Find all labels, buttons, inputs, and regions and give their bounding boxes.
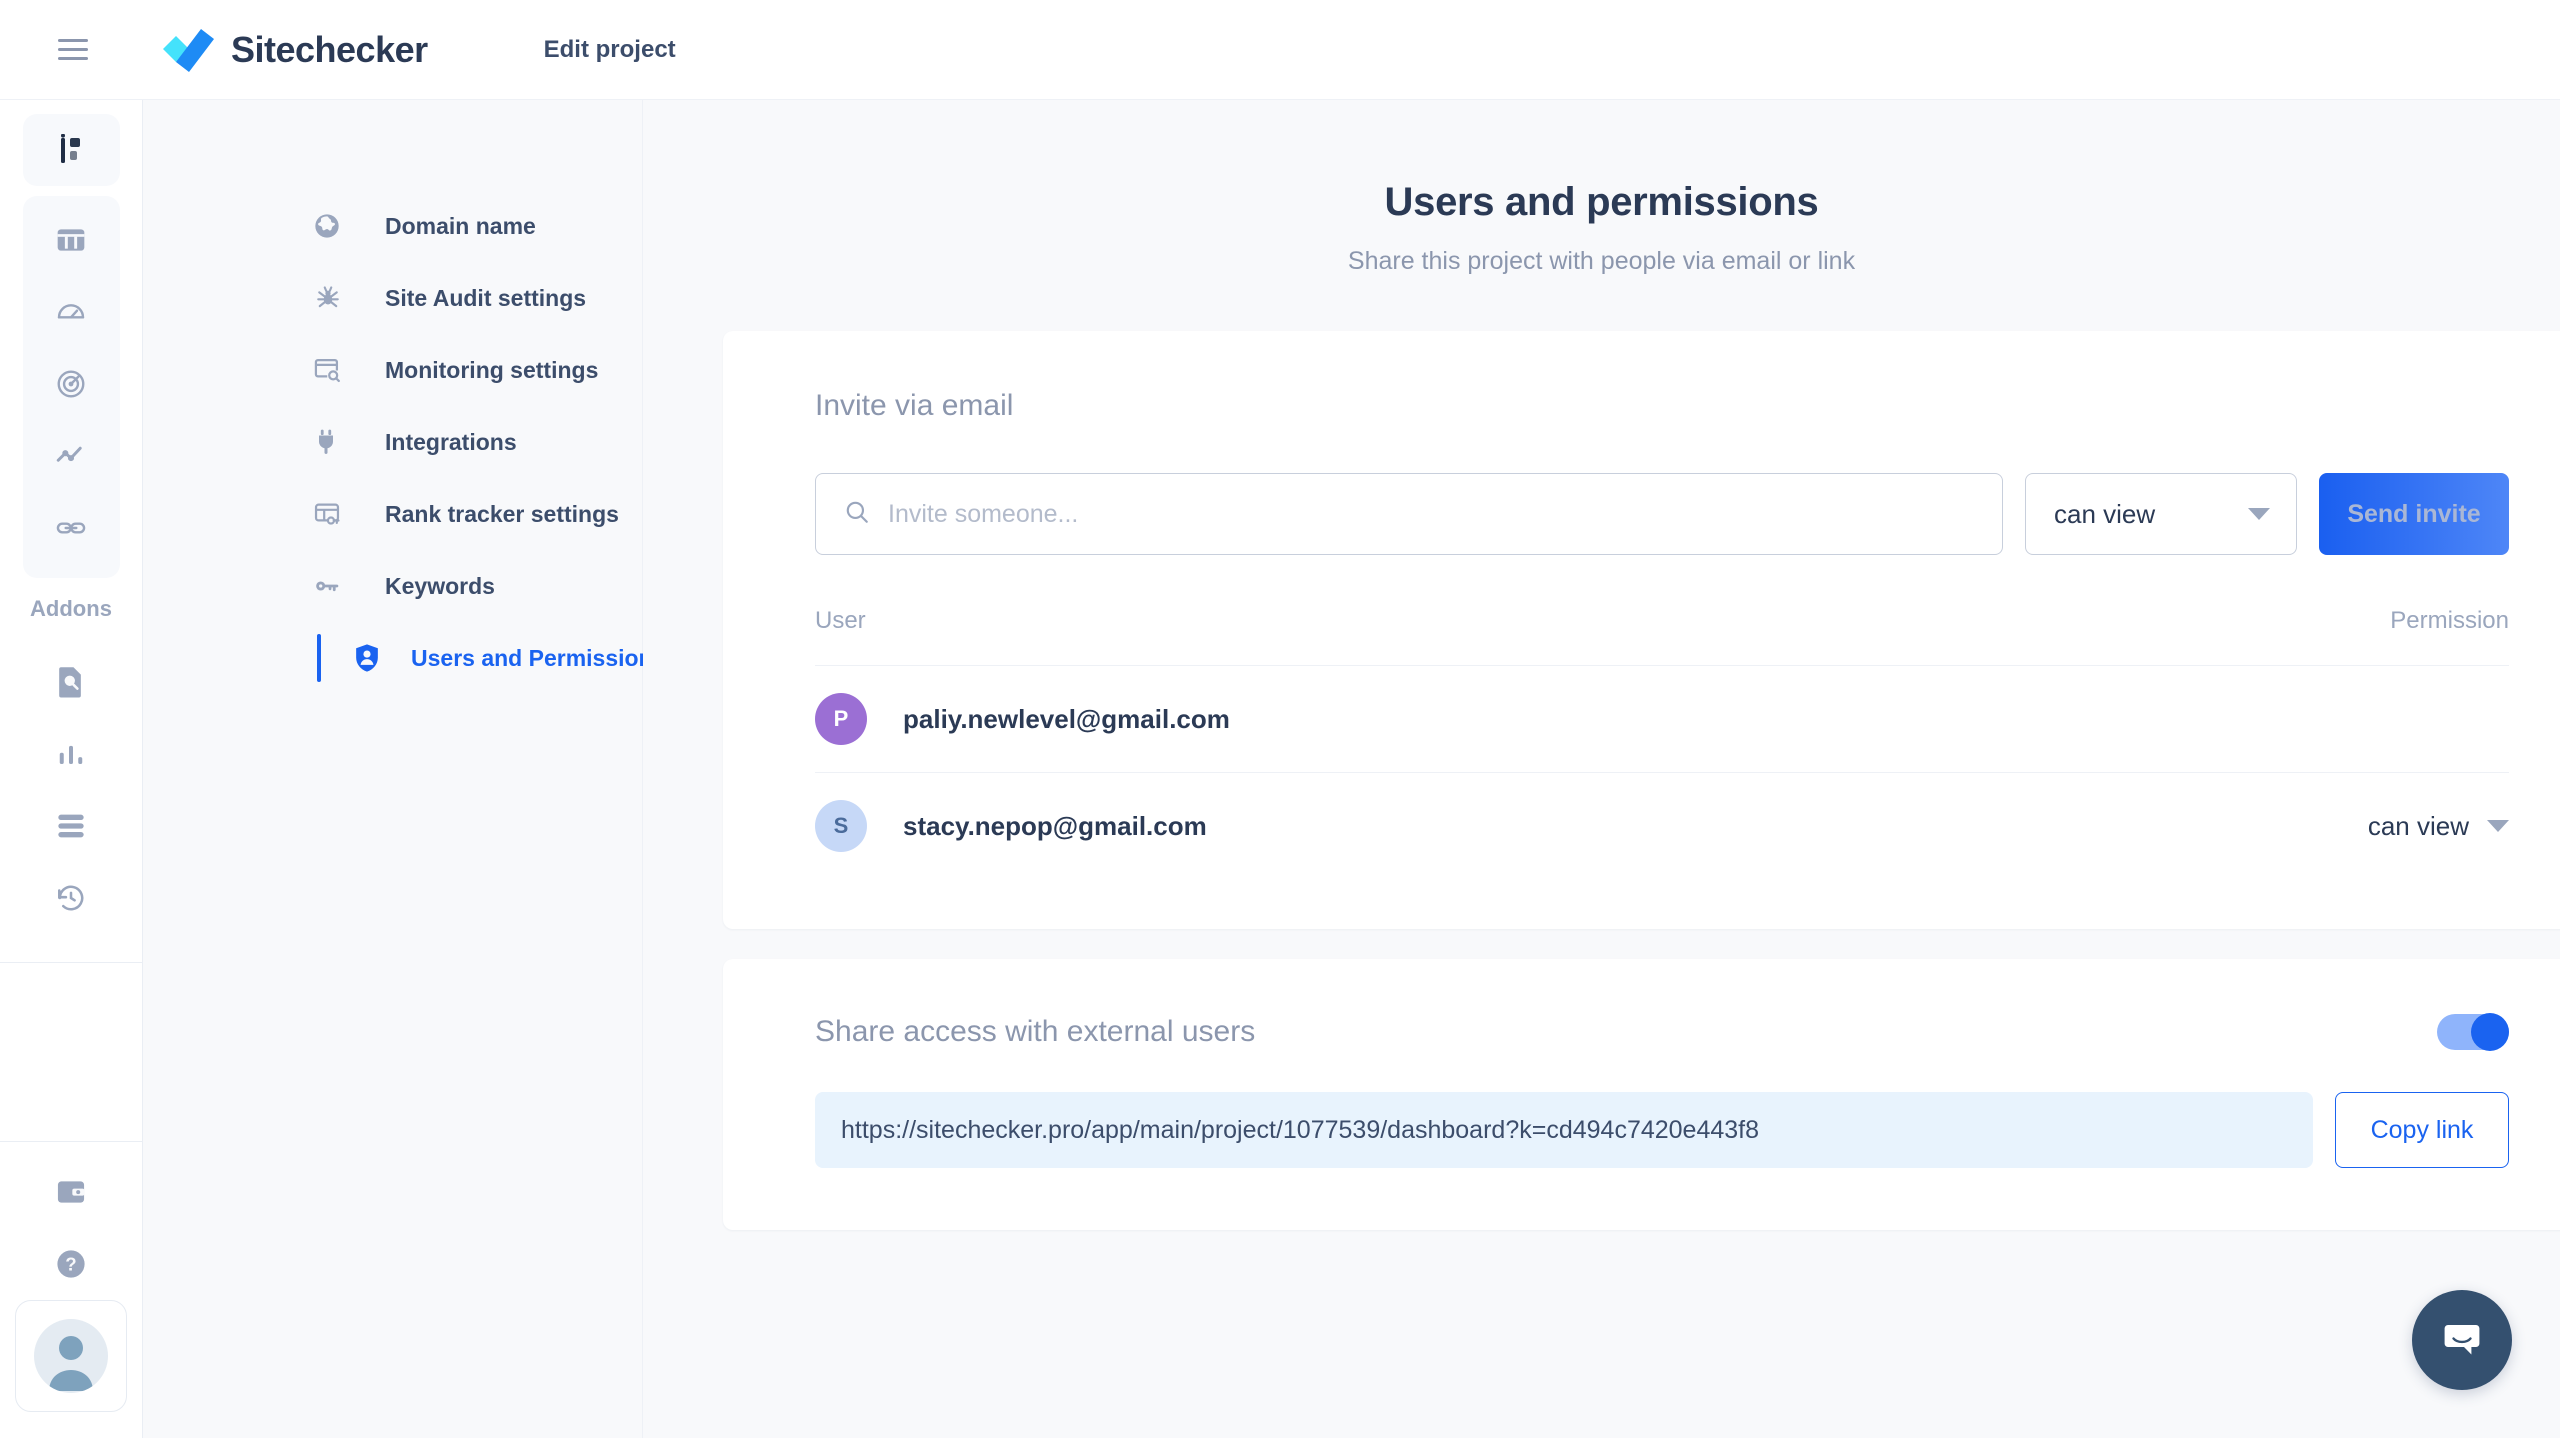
rank-board-icon	[313, 500, 355, 528]
rail-item-history[interactable]	[23, 862, 120, 934]
rail-item-backlinks[interactable]	[23, 492, 120, 564]
share-link-row: https://sitechecker.pro/app/main/project…	[815, 1092, 2509, 1168]
sidebar-item-keywords[interactable]: Keywords	[143, 550, 642, 622]
app-root: Sitechecker Edit project Addons ? Domain…	[0, 0, 2560, 1438]
brand-logo[interactable]: Sitechecker	[163, 27, 428, 73]
sidebar-item-label: Rank tracker settings	[385, 500, 619, 527]
hamburger-line	[58, 39, 88, 42]
user-cell: P paliy.newlevel@gmail.com	[815, 693, 1230, 745]
sitechecker-checkmark-icon	[163, 27, 215, 73]
sidebar-item-monitoring-settings[interactable]: Monitoring settings	[143, 334, 642, 406]
intercom-chat-button[interactable]	[2412, 1290, 2512, 1390]
share-section-title: Share access with external users	[815, 1015, 1256, 1048]
table-row[interactable]: P paliy.newlevel@gmail.com	[815, 665, 2509, 772]
invite-section-title: Invite via email	[815, 389, 1014, 422]
toggle-knob	[2471, 1013, 2509, 1051]
users-table-header: User Permission	[815, 555, 2509, 665]
rail-group-project	[22, 114, 120, 186]
icon-rail: Addons ?	[0, 100, 143, 1438]
share-header: Share access with external users	[815, 1013, 2509, 1051]
sidebar-item-domain-name[interactable]: Domain name	[143, 190, 642, 262]
rail-item-page-analyzer[interactable]	[23, 646, 120, 718]
rail-divider	[0, 1141, 143, 1142]
sidebar-item-label: Domain name	[385, 212, 536, 239]
search-input[interactable]	[888, 499, 1974, 529]
plug-icon	[313, 428, 355, 456]
sidebar-item-integrations[interactable]: Integrations	[143, 406, 642, 478]
invite-search-field[interactable]	[815, 473, 2003, 555]
invite-permission-select[interactable]: can view	[2025, 473, 2297, 555]
column-header-user: User	[815, 607, 866, 634]
user-avatar-button[interactable]	[15, 1300, 127, 1412]
send-invite-button[interactable]: Send invite	[2319, 473, 2509, 555]
rail-item-billing[interactable]	[23, 1156, 120, 1228]
row-permission-select[interactable]: can view	[2368, 811, 2509, 842]
spider-icon	[313, 283, 355, 313]
user-email: stacy.nepop@gmail.com	[903, 810, 1207, 841]
sidebar-item-users-and-permissions[interactable]: Users and Permissions	[143, 622, 665, 694]
avatar: S	[815, 800, 867, 852]
rail-item-monitoring[interactable]	[23, 348, 120, 420]
rail-item-keyword-stats[interactable]	[23, 718, 120, 790]
hamburger-line	[58, 48, 88, 51]
invite-row: can view Send invite	[815, 473, 2509, 555]
svg-text:?: ?	[65, 1254, 76, 1275]
sidebar-item-label: Site Audit settings	[385, 284, 587, 311]
rail-addons-label: Addons	[30, 596, 112, 621]
rail-item-dashboard[interactable]	[23, 204, 120, 276]
top-bar: Sitechecker Edit project	[0, 0, 2560, 100]
intercom-chat-icon	[2437, 1313, 2487, 1368]
sidebar-item-label: Monitoring settings	[385, 356, 599, 383]
table-row[interactable]: S stacy.nepop@gmail.com can view	[815, 772, 2509, 879]
page-title: Users and permissions	[1384, 180, 1819, 224]
shield-user-icon	[353, 643, 381, 673]
avatar: P	[815, 693, 867, 745]
sidebar-item-site-audit-settings[interactable]: Site Audit settings	[143, 262, 642, 334]
copy-link-button[interactable]: Copy link	[2335, 1092, 2509, 1168]
chevron-down-icon	[2487, 820, 2509, 832]
rail-item-site-audit[interactable]	[23, 276, 120, 348]
chevron-down-icon	[2248, 508, 2270, 520]
share-card: Share access with external users https:/…	[723, 959, 2560, 1230]
user-email: paliy.newlevel@gmail.com	[903, 703, 1230, 734]
hamburger-line	[58, 57, 88, 60]
invite-permission-value: can view	[2054, 498, 2156, 529]
user-cell: S stacy.nepop@gmail.com	[815, 800, 1207, 852]
rail-item-help[interactable]: ?	[23, 1228, 120, 1300]
search-icon	[844, 499, 870, 530]
sidebar-item-rank-tracker-settings[interactable]: Rank tracker settings	[143, 478, 642, 550]
main-content: Users and permissions Share this project…	[643, 100, 2560, 1438]
rail-item-rank-tracker[interactable]	[23, 420, 120, 492]
rail-divider	[0, 962, 143, 963]
page-subtitle: Share this project with people via email…	[1347, 247, 1856, 275]
column-header-permission: Permission	[2390, 607, 2509, 634]
sidebar-item-label: Users and Permissions	[411, 644, 666, 671]
share-access-toggle[interactable]	[2437, 1013, 2509, 1051]
body-row: Addons ? Domain name Site Audit settings…	[0, 100, 2560, 1438]
rail-group-primary	[22, 196, 120, 578]
sidebar-item-label: Integrations	[385, 428, 517, 455]
hamburger-icon[interactable]	[45, 22, 101, 78]
rail-item-bulk-list[interactable]	[23, 790, 120, 862]
share-link-value[interactable]: https://sitechecker.pro/app/main/project…	[815, 1092, 2313, 1168]
avatar	[34, 1319, 108, 1393]
settings-subnav: Domain name Site Audit settings Monitori…	[143, 100, 665, 1438]
key-icon	[313, 574, 355, 598]
rail-item-project-info[interactable]	[23, 114, 120, 186]
invite-card: Invite via email can view	[723, 331, 2560, 929]
edit-project-link[interactable]: Edit project	[544, 36, 676, 64]
globe-icon	[313, 212, 355, 240]
sidebar-item-label: Keywords	[385, 572, 495, 599]
row-permission-value: can view	[2367, 810, 2469, 841]
brand-name: Sitechecker	[231, 28, 428, 70]
rail-group-addons	[23, 638, 120, 948]
monitor-search-icon	[313, 356, 355, 384]
